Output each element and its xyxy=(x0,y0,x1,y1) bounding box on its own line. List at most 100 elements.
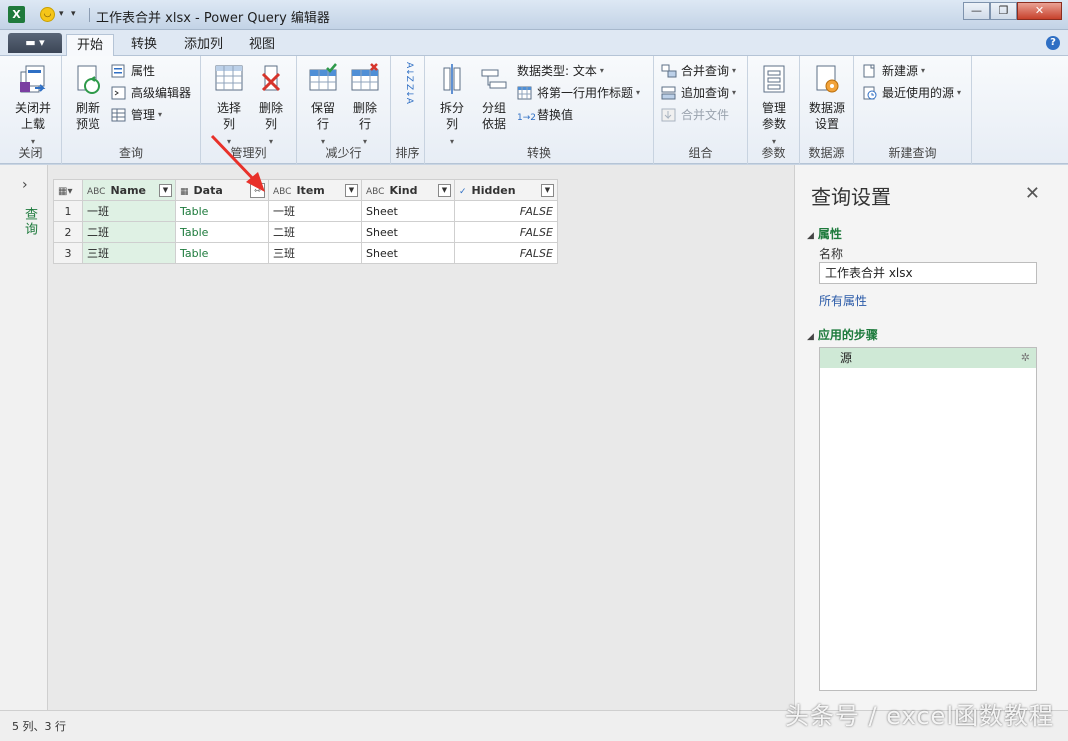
cell-name[interactable]: 一班 xyxy=(82,200,176,222)
text-type-icon[interactable]: ABC xyxy=(273,187,291,197)
recent-sources-dropdown-icon[interactable]: ▾ xyxy=(957,83,961,103)
recent-sources-button[interactable]: 最近使用的源 ▾ xyxy=(862,83,961,103)
properties-section-header[interactable]: ◢ 属性 xyxy=(807,225,842,242)
cell-hidden[interactable]: FALSE xyxy=(454,221,558,243)
tab-transform[interactable]: 转换 xyxy=(121,34,167,56)
column-filter-icon[interactable]: ▼ xyxy=(159,184,172,197)
sort-descending-button[interactable]: Z↓A xyxy=(399,84,419,104)
properties-button[interactable]: 属性 xyxy=(111,61,155,81)
use-first-row-dropdown-icon[interactable]: ▾ xyxy=(636,83,640,103)
column-filter-icon[interactable]: ▼ xyxy=(345,184,358,197)
column-header-hidden[interactable]: ✓ Hidden ▼ xyxy=(454,179,558,201)
cell-item[interactable]: 三班 xyxy=(268,242,362,264)
cell-kind[interactable]: Sheet xyxy=(361,200,455,222)
manage-dropdown-icon[interactable]: ▾ xyxy=(158,105,162,125)
expand-column-icon[interactable]: ⇿ xyxy=(250,183,265,198)
cell-kind[interactable]: Sheet xyxy=(361,221,455,243)
cell-name[interactable]: 二班 xyxy=(82,221,176,243)
tab-home[interactable]: 开始 xyxy=(66,34,115,57)
advanced-editor-button[interactable]: 高级编辑器 xyxy=(111,83,191,103)
manage-parameters-button[interactable]: 管理 参数 ▾ xyxy=(754,62,794,150)
group-label-reduce-rows: 减少行 xyxy=(325,146,362,160)
collapse-triangle-icon[interactable]: ◢ xyxy=(807,231,814,241)
replace-values-label: 替换值 xyxy=(537,108,574,122)
cell-item[interactable]: 二班 xyxy=(268,221,362,243)
tab-add-column[interactable]: 添加列 xyxy=(174,34,233,56)
row-number[interactable]: 1 xyxy=(53,200,83,222)
column-filter-icon[interactable]: ▼ xyxy=(541,184,554,197)
column-header-data[interactable]: ▦ Data ⇿ xyxy=(175,179,269,201)
watermark: 头条号 / excel函数教程 xyxy=(784,702,1054,730)
file-menu-button[interactable]: ▬ ▾ xyxy=(8,33,62,53)
merge-queries-dropdown-icon[interactable]: ▾ xyxy=(732,61,736,81)
smiley-feedback-icon[interactable]: ◡ xyxy=(40,7,55,22)
applied-step-item[interactable]: 源 ✲ xyxy=(820,348,1036,368)
refresh-preview-button[interactable]: 刷新 预览 xyxy=(68,62,108,132)
append-queries-button[interactable]: 追加查询 ▾ xyxy=(661,83,736,103)
data-source-settings-button[interactable]: 数据源 设置 xyxy=(806,62,848,132)
close-and-load-button[interactable]: 关闭并 上载 ▾ xyxy=(10,62,56,150)
minimize-button[interactable]: — xyxy=(963,2,990,20)
cell-hidden[interactable]: FALSE xyxy=(454,242,558,264)
expand-queries-pane-icon[interactable]: › xyxy=(22,177,28,193)
help-icon[interactable]: ? xyxy=(1046,36,1060,50)
group-label-query: 查询 xyxy=(118,146,143,160)
data-type-dropdown[interactable]: 数据类型: 文本 ▾ xyxy=(517,61,604,81)
cell-kind[interactable]: Sheet xyxy=(361,242,455,264)
cell-data-table-link[interactable]: Table xyxy=(175,200,269,222)
column-header-item[interactable]: ABC Item ▼ xyxy=(268,179,362,201)
remove-rows-button[interactable]: 删除 行 ▾ xyxy=(345,62,385,150)
keep-rows-button[interactable]: 保留 行 ▾ xyxy=(303,62,343,150)
close-settings-icon[interactable]: ✕ xyxy=(1025,183,1040,204)
applied-steps-section-header[interactable]: ◢ 应用的步骤 xyxy=(807,326,878,343)
restore-button[interactable]: ❐ xyxy=(990,2,1017,20)
use-first-row-label: 将第一行用作标题 xyxy=(537,86,634,100)
group-label-combine: 组合 xyxy=(688,146,713,160)
customize-toolbar-icon[interactable]: ▾ xyxy=(71,9,76,19)
title-bar: X ◡ ▾ ▾ 工作表合并 xlsx - Power Query 编辑器 — ❐… xyxy=(0,0,1068,30)
group-label-close: 关闭 xyxy=(18,146,43,160)
use-first-row-as-headers-button[interactable]: 将第一行用作标题 ▾ xyxy=(517,83,640,103)
collapse-triangle-icon[interactable]: ◢ xyxy=(807,332,814,342)
row-number[interactable]: 2 xyxy=(53,221,83,243)
new-source-button[interactable]: 新建源 ▾ xyxy=(862,61,925,81)
choose-columns-button[interactable]: 选择 列 ▾ xyxy=(209,62,249,150)
cell-hidden[interactable]: FALSE xyxy=(454,200,558,222)
column-header-name[interactable]: ABC Name ▼ xyxy=(82,179,176,201)
remove-columns-button[interactable]: 删除 列 ▾ xyxy=(251,62,291,150)
grid-corner-menu[interactable]: ▦▾ xyxy=(53,179,83,201)
column-filter-icon[interactable]: ▼ xyxy=(438,184,451,197)
cell-data-table-link[interactable]: Table xyxy=(175,221,269,243)
data-type-dropdown-icon[interactable]: ▾ xyxy=(600,61,604,81)
table-menu-icon[interactable]: ▦▾ xyxy=(58,186,72,197)
replace-values-button[interactable]: 1→2 替换值 xyxy=(517,105,573,125)
merge-queries-button[interactable]: 合并查询 ▾ xyxy=(661,61,736,81)
query-name-input[interactable]: 工作表合并 xlsx xyxy=(819,262,1037,284)
column-header-kind[interactable]: ABC Kind ▼ xyxy=(361,179,455,201)
cell-name[interactable]: 三班 xyxy=(82,242,176,264)
logical-type-icon[interactable]: ✓ xyxy=(459,187,467,197)
append-queries-dropdown-icon[interactable]: ▾ xyxy=(732,83,736,103)
cell-data-table-link[interactable]: Table xyxy=(175,242,269,264)
manage-button[interactable]: 管理 ▾ xyxy=(111,105,162,125)
queries-pane-label[interactable]: 查询 xyxy=(20,207,39,237)
cell-item[interactable]: 一班 xyxy=(268,200,362,222)
split-column-button[interactable]: 拆分 列 ▾ xyxy=(433,62,471,150)
text-type-icon[interactable]: ABC xyxy=(87,187,105,197)
combine-files-button[interactable]: 合并文件 xyxy=(661,105,729,125)
quick-access-dropdown-icon[interactable]: ▾ xyxy=(59,9,64,19)
table-type-icon[interactable]: ▦ xyxy=(180,187,189,197)
excel-app-icon[interactable]: X xyxy=(8,6,25,23)
group-combine: 合并查询 ▾ 追加查询 ▾ 合并文件 组合 xyxy=(654,56,748,164)
group-by-button[interactable]: 分组 依据 xyxy=(475,62,513,132)
group-label-parameters: 参数 xyxy=(761,146,786,160)
gear-icon[interactable]: ✲ xyxy=(1021,348,1030,368)
row-number[interactable]: 3 xyxy=(53,242,83,264)
all-properties-link[interactable]: 所有属性 xyxy=(819,292,867,309)
close-window-button[interactable]: ✕ xyxy=(1017,2,1062,20)
text-type-icon[interactable]: ABC xyxy=(366,187,384,197)
new-source-dropdown-icon[interactable]: ▾ xyxy=(921,61,925,81)
editor-main-area: › 查询 ▦▾ ABC Name ▼ ▦ Data ⇿ ABC Item ▼ A… xyxy=(0,165,1068,710)
sort-ascending-button[interactable]: A↓Z xyxy=(399,62,419,82)
tab-view[interactable]: 视图 xyxy=(239,34,285,56)
